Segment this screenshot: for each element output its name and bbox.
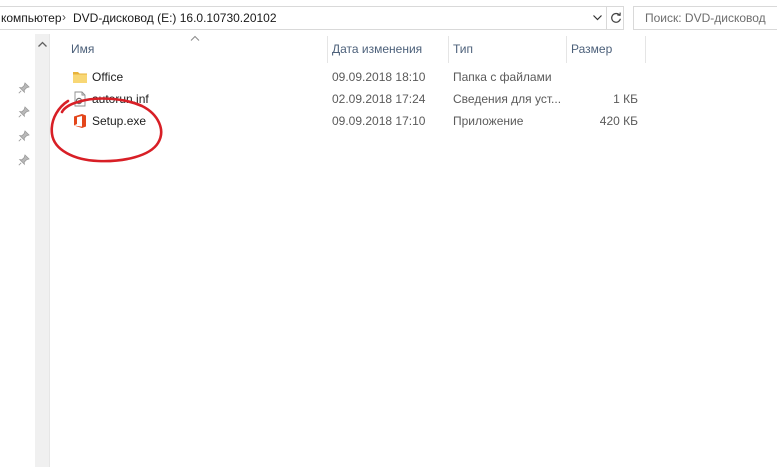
settings-file-icon <box>74 91 86 107</box>
toolbar: компьютер › DVD-дисковод (E:) 16.0.10730… <box>0 0 777 34</box>
file-size: 420 КБ <box>599 114 638 128</box>
search-box[interactable]: Поиск: DVD-дисковод <box>633 6 777 30</box>
navigation-pane <box>0 34 35 467</box>
pin-icon[interactable] <box>18 106 30 118</box>
file-type: Сведения для уст... <box>453 92 562 106</box>
breadcrumb-parent[interactable]: компьютер <box>1 11 62 25</box>
address-history-button[interactable] <box>589 7 606 29</box>
list-item[interactable]: Office 09.09.2018 18:10 Папка с файлами <box>51 66 651 88</box>
refresh-icon <box>610 12 621 23</box>
refresh-button[interactable] <box>606 7 624 29</box>
list-item[interactable]: Setup.exe 09.09.2018 17:10 Приложение 42… <box>51 110 651 132</box>
file-list: Имя Дата изменения Тип Размер Office 09.… <box>51 34 777 467</box>
chevron-up-icon <box>38 41 47 47</box>
column-header-type[interactable]: Тип <box>450 36 567 63</box>
address-bar[interactable]: компьютер › DVD-дисковод (E:) 16.0.10730… <box>0 6 624 30</box>
file-date: 09.09.2018 17:10 <box>332 114 426 128</box>
column-header-size[interactable]: Размер <box>568 36 646 63</box>
breadcrumb-chevron-icon[interactable]: › <box>62 10 66 24</box>
scroll-up-button[interactable] <box>35 36 50 52</box>
nav-scrollbar[interactable] <box>35 34 50 467</box>
file-name: Setup.exe <box>92 114 147 128</box>
file-size: 1 КБ <box>613 92 638 106</box>
folder-icon <box>73 72 87 83</box>
chevron-down-icon <box>593 15 602 21</box>
pin-icon[interactable] <box>18 82 30 94</box>
file-type: Приложение <box>453 114 524 128</box>
search-placeholder: Поиск: DVD-дисковод <box>645 11 766 25</box>
file-date: 09.09.2018 18:10 <box>332 70 426 84</box>
breadcrumb-current[interactable]: DVD-дисковод (E:) 16.0.10730.20102 <box>73 11 277 25</box>
file-name: Office <box>92 70 124 84</box>
column-header-name[interactable]: Имя <box>71 36 328 63</box>
file-date: 02.09.2018 17:24 <box>332 92 426 106</box>
column-header-date[interactable]: Дата изменения <box>329 36 449 63</box>
file-name: autorun.inf <box>92 92 149 106</box>
office-setup-icon <box>74 114 86 128</box>
pin-icon[interactable] <box>18 130 30 142</box>
pin-icon[interactable] <box>18 154 30 166</box>
file-type: Папка с файлами <box>453 70 552 84</box>
list-item[interactable]: autorun.inf 02.09.2018 17:24 Сведения дл… <box>51 88 651 110</box>
